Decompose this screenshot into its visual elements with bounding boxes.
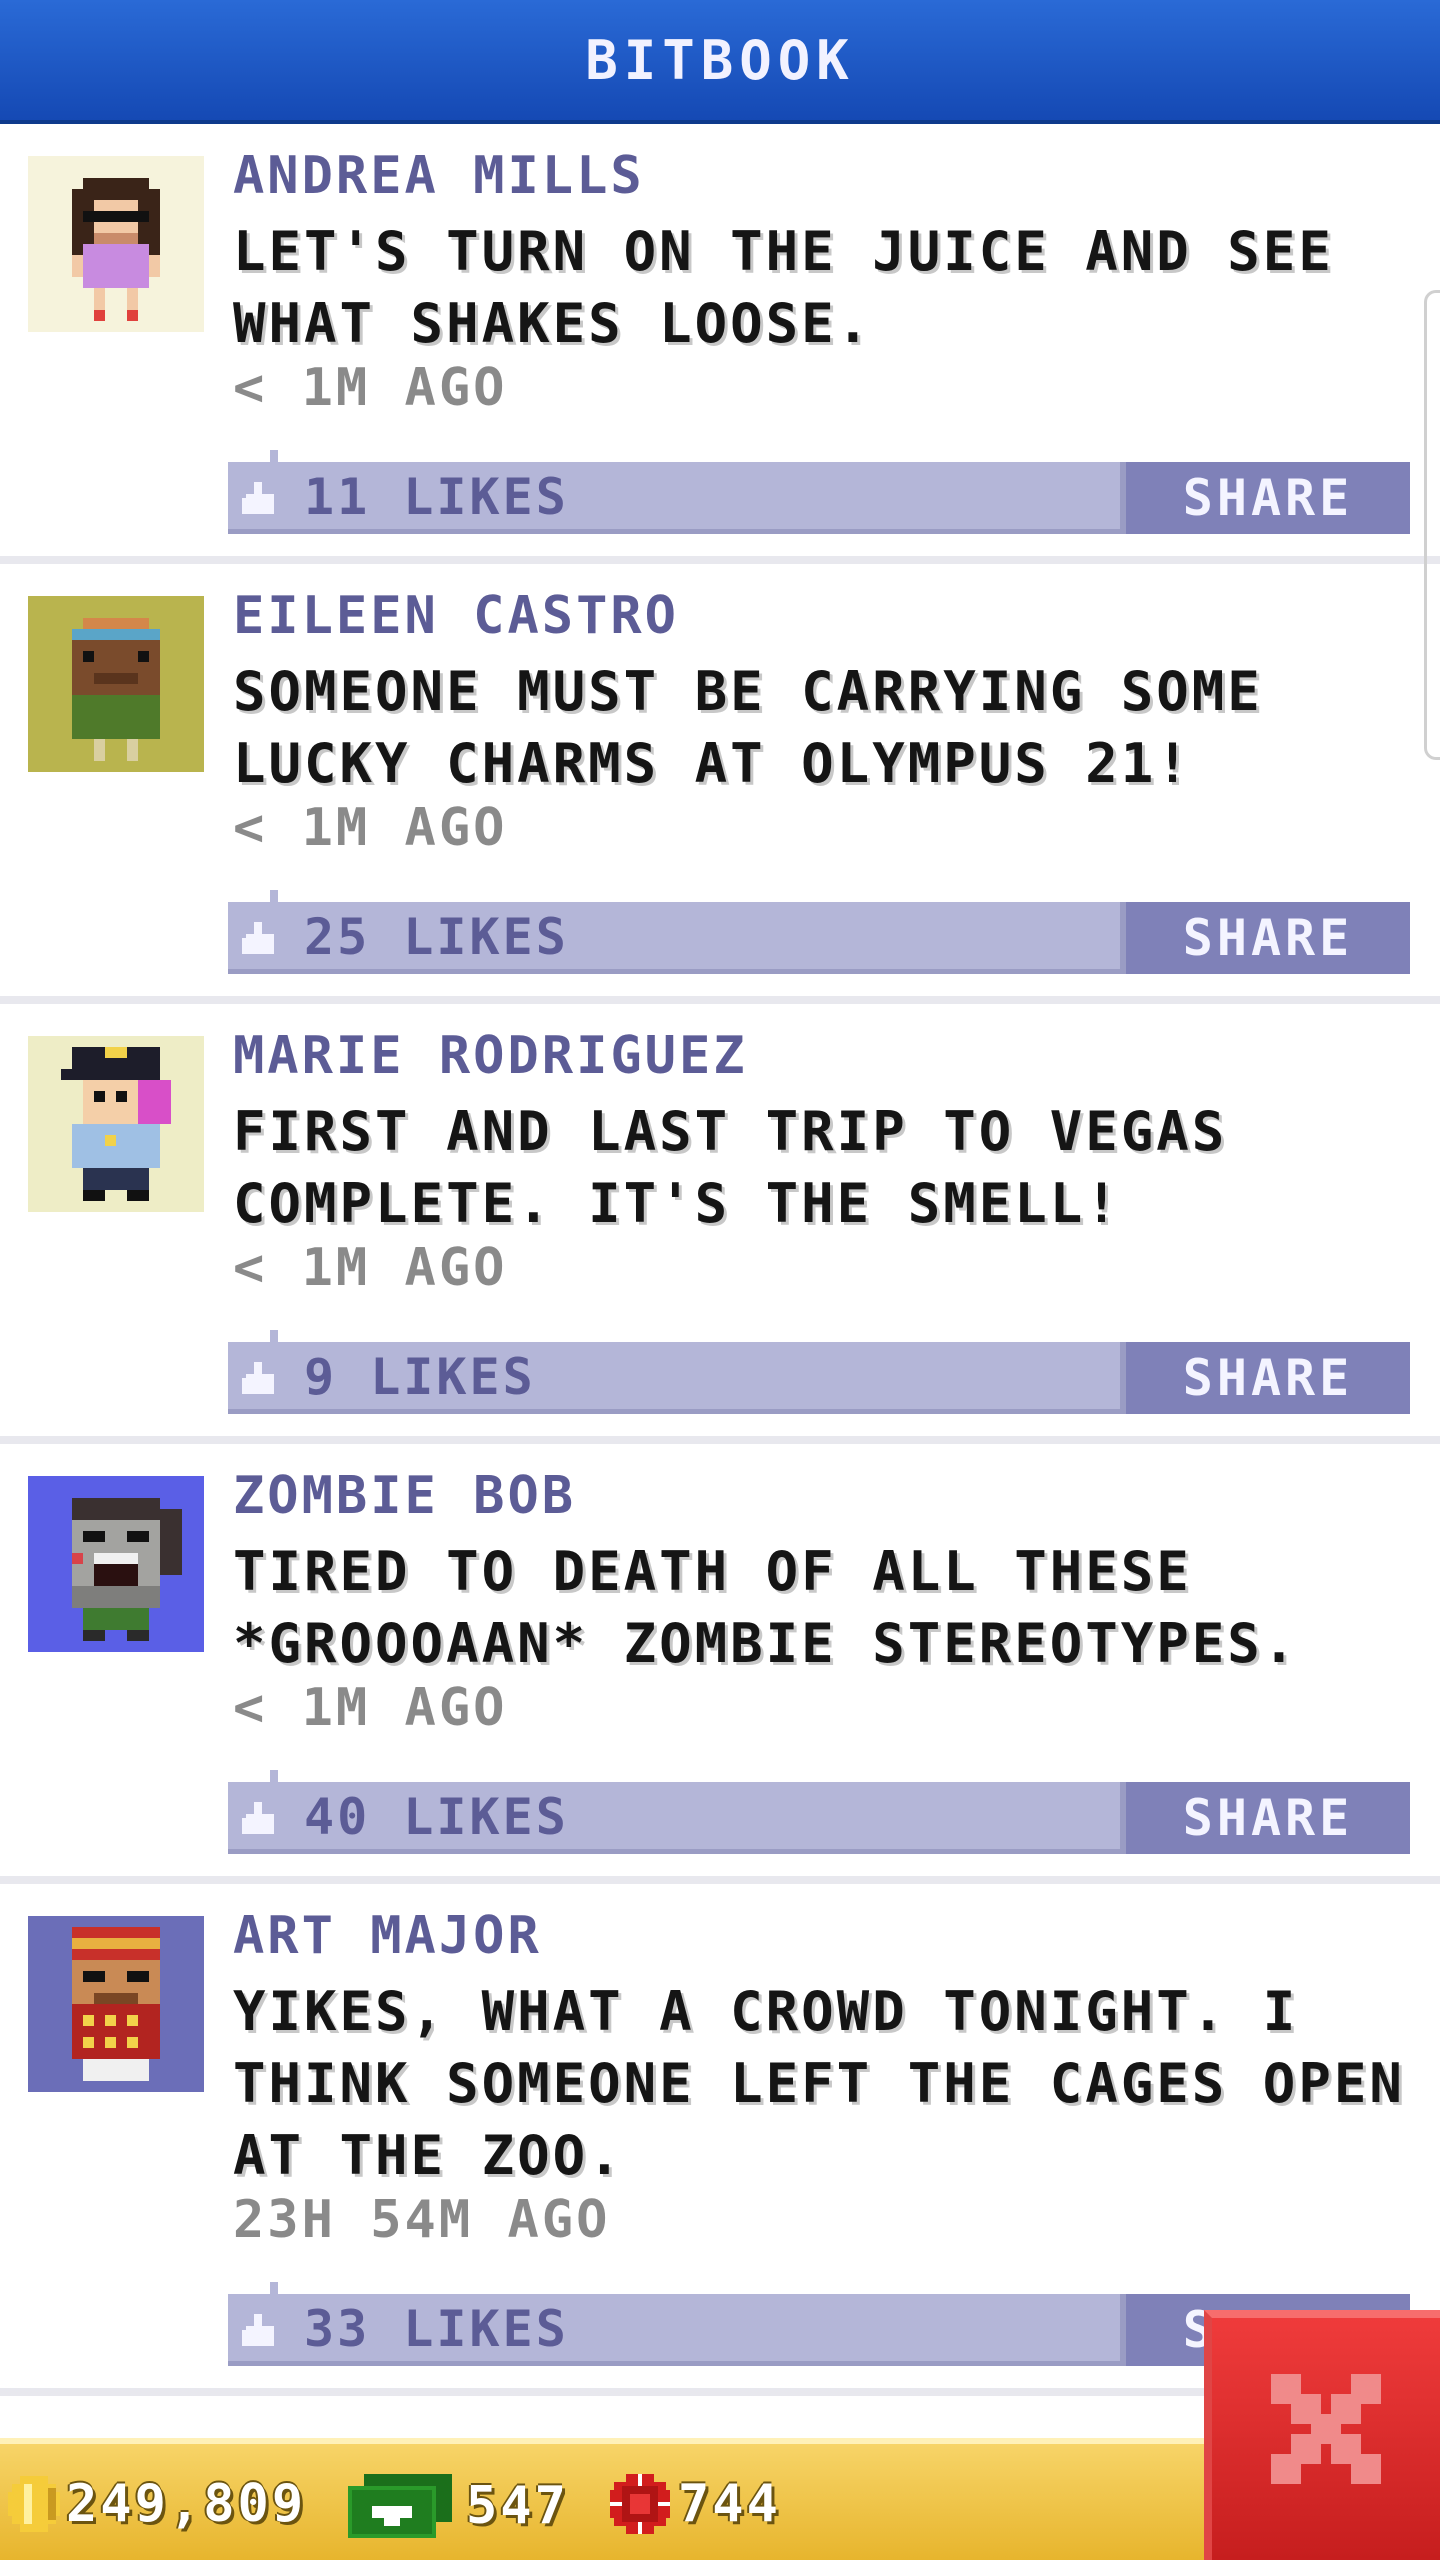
thumbs-up-icon bbox=[242, 1362, 274, 1394]
like-bar[interactable]: 11 LIKES SHARE bbox=[228, 450, 1410, 534]
chips-counter: 744 bbox=[610, 2474, 781, 2534]
post-author[interactable]: ANDREA MILLS bbox=[233, 146, 645, 206]
thumbs-up-icon bbox=[242, 922, 274, 954]
post-message: FIRST AND LAST TRIP TO VEGAS COMPLETE. I… bbox=[233, 1100, 1228, 1235]
like-bar[interactable]: 25 LIKES SHARE bbox=[228, 890, 1410, 974]
post-card: ZOMBIE BOB TIRED TO DEATH OF ALL THESE *… bbox=[0, 1444, 1440, 1884]
like-bar-notch bbox=[270, 890, 278, 902]
like-bar-notch bbox=[270, 2282, 278, 2294]
coins-counter: 249,809 bbox=[8, 2474, 306, 2534]
thumbs-up-icon bbox=[242, 1802, 274, 1834]
post-message: SOMEONE MUST BE CARRYING SOME LUCKY CHAR… bbox=[233, 660, 1263, 795]
chips-value: 744 bbox=[678, 2474, 781, 2534]
casino-chip-icon bbox=[610, 2474, 670, 2534]
like-count: 33 LIKES bbox=[304, 2300, 569, 2358]
like-bar[interactable]: 40 LIKES SHARE bbox=[228, 1770, 1410, 1854]
close-icon bbox=[1271, 2374, 1381, 2484]
like-bar[interactable]: 9 LIKES SHARE bbox=[228, 1330, 1410, 1414]
bux-value: 547 bbox=[466, 2476, 569, 2536]
bux-banknote-icon bbox=[348, 2474, 452, 2538]
zombie-avatar-icon bbox=[28, 1476, 204, 1652]
like-bar-notch bbox=[270, 1330, 278, 1342]
like-bar-notch bbox=[270, 1770, 278, 1782]
post-card: MARIE RODRIGUEZ FIRST AND LAST TRIP TO V… bbox=[0, 1004, 1440, 1444]
close-button[interactable] bbox=[1204, 2310, 1440, 2560]
post-author[interactable]: ZOMBIE BOB bbox=[233, 1466, 576, 1526]
thumbs-up-icon bbox=[242, 2314, 274, 2346]
coins-value: 249,809 bbox=[66, 2474, 307, 2534]
post-timestamp: 23H 54M AGO bbox=[233, 2190, 611, 2250]
post-author[interactable]: MARIE RODRIGUEZ bbox=[233, 1026, 748, 1086]
app-header: BITBOOK bbox=[0, 0, 1440, 124]
share-button[interactable]: SHARE bbox=[1120, 462, 1410, 534]
like-count: 40 LIKES bbox=[304, 1788, 569, 1846]
feed[interactable]: ANDREA MILLS LET'S TURN ON THE JUICE AND… bbox=[0, 124, 1440, 2434]
post-author[interactable]: EILEEN CASTRO bbox=[233, 586, 679, 646]
bellhop-avatar-icon bbox=[28, 1916, 204, 2092]
post-message: LET'S TURN ON THE JUICE AND SEE WHAT SHA… bbox=[233, 220, 1334, 355]
scrollbar[interactable] bbox=[1424, 290, 1440, 760]
post-card: EILEEN CASTRO SOMEONE MUST BE CARRYING S… bbox=[0, 564, 1440, 1004]
police-officer-avatar-icon bbox=[28, 1036, 204, 1212]
woman-headband-avatar-icon bbox=[28, 596, 204, 772]
like-count: 11 LIKES bbox=[304, 468, 569, 526]
post-timestamp: < 1M AGO bbox=[233, 1238, 508, 1298]
post-message: YIKES, WHAT A CROWD TONIGHT. I THINK SOM… bbox=[233, 1980, 1405, 2187]
post-author[interactable]: ART MAJOR bbox=[233, 1906, 542, 1966]
post-timestamp: < 1M AGO bbox=[233, 1678, 508, 1738]
post-card: ANDREA MILLS LET'S TURN ON THE JUICE AND… bbox=[0, 124, 1440, 564]
post-timestamp: < 1M AGO bbox=[233, 358, 508, 418]
coin-icon bbox=[8, 2476, 60, 2532]
page-title: BITBOOK bbox=[585, 28, 855, 92]
like-count: 25 LIKES bbox=[304, 908, 569, 966]
post-message: TIRED TO DEATH OF ALL THESE *GROOOAAN* Z… bbox=[233, 1540, 1299, 1675]
like-bar-notch bbox=[270, 450, 278, 462]
woman-sunglasses-avatar-icon bbox=[28, 156, 204, 332]
share-button[interactable]: SHARE bbox=[1120, 1782, 1410, 1854]
share-button[interactable]: SHARE bbox=[1120, 1342, 1410, 1414]
share-button[interactable]: SHARE bbox=[1120, 902, 1410, 974]
thumbs-up-icon bbox=[242, 482, 274, 514]
bux-counter: 547 bbox=[348, 2474, 569, 2538]
like-count: 9 LIKES bbox=[304, 1348, 536, 1406]
post-timestamp: < 1M AGO bbox=[233, 798, 508, 858]
